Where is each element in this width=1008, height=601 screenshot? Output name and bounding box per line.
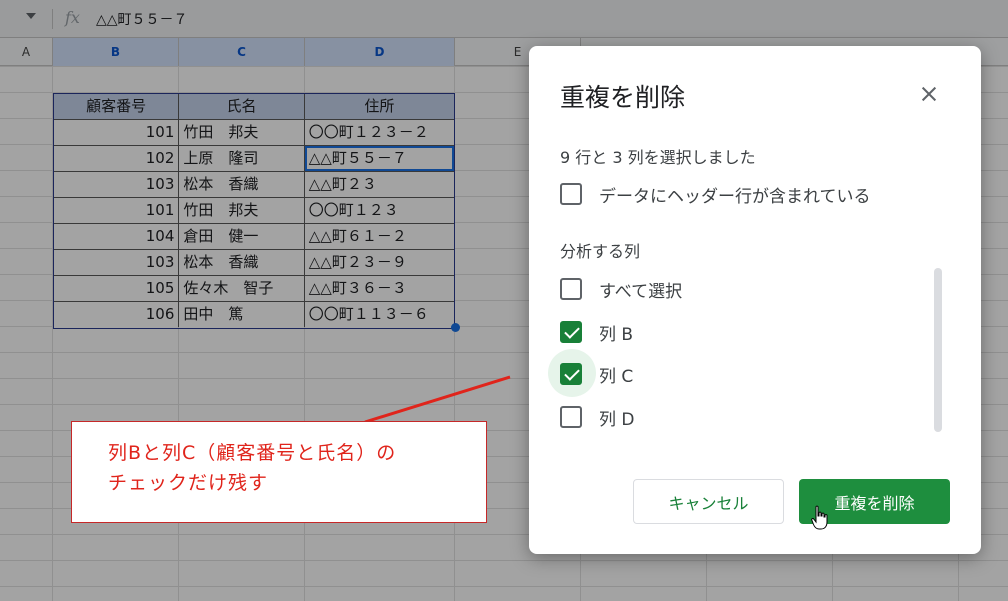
header-row-option[interactable]: データにヘッダー行が含まれている — [560, 182, 871, 207]
hand-pointer-icon — [811, 505, 828, 530]
column-c-label: 列 C — [599, 366, 634, 387]
cancel-button[interactable]: キャンセル — [633, 479, 784, 524]
remove-duplicates-dialog: 重複を削除 9 行と 3 列を選択しました データにヘッダー行が含まれている 分… — [529, 46, 981, 554]
annotation-line-2: チェックだけ残す — [108, 472, 269, 494]
column-c-checkbox[interactable] — [560, 363, 582, 385]
column-d-option[interactable]: 列 D — [560, 405, 635, 430]
header-row-checkbox[interactable] — [560, 183, 582, 205]
column-c-option[interactable]: 列 C — [560, 362, 634, 387]
select-all-option[interactable]: すべて選択 — [560, 277, 683, 302]
column-d-label: 列 D — [599, 409, 635, 430]
header-row-label: データにヘッダー行が含まれている — [599, 186, 871, 207]
columns-section-title: 分析する列 — [560, 242, 641, 261]
annotation-callout: 列Bと列C（顧客番号と氏名）の チェックだけ残す — [71, 421, 487, 523]
annotation-line-1: 列Bと列C（顧客番号と氏名）の — [108, 442, 397, 464]
column-b-option[interactable]: 列 B — [560, 320, 634, 345]
select-all-checkbox[interactable] — [560, 278, 582, 300]
close-icon[interactable] — [917, 82, 941, 106]
column-b-label: 列 B — [599, 324, 634, 345]
column-b-checkbox[interactable] — [560, 321, 582, 343]
column-d-checkbox[interactable] — [560, 406, 582, 428]
dialog-title: 重複を削除 — [560, 83, 686, 112]
column-list-scrollbar[interactable] — [934, 268, 942, 432]
select-all-label: すべて選択 — [599, 281, 683, 302]
selection-info: 9 行と 3 列を選択しました — [560, 148, 756, 167]
